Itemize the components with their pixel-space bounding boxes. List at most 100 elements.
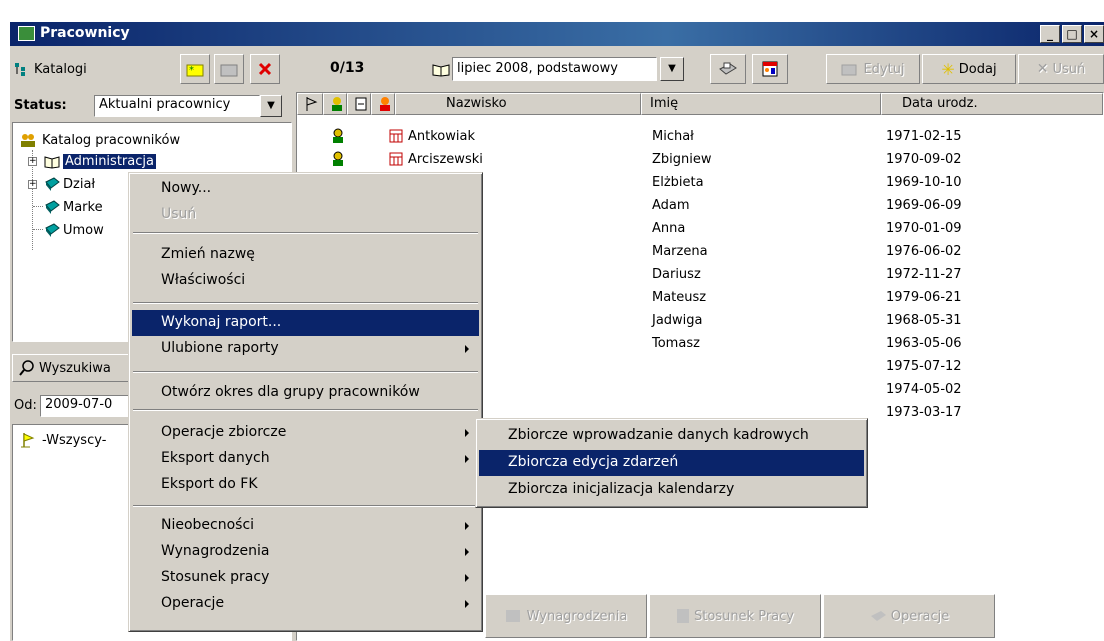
cell-birth: 1963-05-06 [886, 336, 962, 351]
menu-item[interactable]: Wynagrodzenia [132, 539, 479, 565]
book-icon [44, 176, 60, 192]
cell-name: Zbigniew [652, 152, 712, 167]
menu-item[interactable]: Nowy... [132, 176, 479, 202]
edit-button[interactable]: Edytuj [826, 54, 920, 84]
catalogs-icon [14, 61, 30, 77]
cell-birth: 1979-06-21 [886, 290, 962, 305]
add-label: Dodaj [958, 61, 997, 77]
tree-item-label: Umow [63, 222, 104, 238]
status-select[interactable]: Aktualni pracownicy [94, 95, 260, 117]
menu-item[interactable]: Eksport do FK [132, 472, 479, 498]
menu-item[interactable]: Ulubione raporty [132, 336, 479, 362]
cell-name: Jadwiga [652, 313, 703, 328]
add-button[interactable]: ✳ Dodaj [922, 54, 1016, 84]
menu-item[interactable]: Stosunek pracy [132, 565, 479, 591]
status-dropdown-button[interactable]: ▼ [260, 95, 282, 117]
menu-item-label: Zmień nazwę [161, 246, 255, 262]
tree-item-label: Administracja [63, 153, 156, 169]
from-date-input[interactable]: 2009-07-0 [40, 395, 140, 417]
menu-item-label: Stosunek pracy [161, 569, 270, 585]
menu-item-label: Eksport do FK [161, 476, 258, 492]
menu-item-label: Ulubione raporty [161, 340, 279, 356]
menu-item-label: Operacje zbiorcze [161, 424, 287, 440]
new-catalog-button[interactable]: * [180, 54, 210, 84]
question-column-header[interactable] [371, 93, 395, 115]
cell-name: Adam [652, 198, 690, 213]
filter-item-all[interactable]: -Wszyscy- [20, 432, 106, 448]
period-dropdown-button[interactable]: ▼ [660, 57, 684, 81]
name-column-header[interactable]: Imię [641, 93, 881, 115]
menu-item[interactable]: Wykonaj raport... [132, 310, 479, 336]
menu-separator [133, 409, 478, 411]
delete-catalog-button[interactable] [250, 54, 280, 84]
tab-stosunek-pracy[interactable]: Stosunek Pracy [649, 594, 821, 638]
open-book-icon [44, 153, 60, 169]
print-button[interactable] [710, 54, 746, 84]
cell-birth: 1969-10-10 [886, 175, 962, 190]
period-select[interactable]: lipiec 2008, podstawowy [452, 57, 657, 81]
surname-column-header[interactable]: Nazwisko [395, 93, 641, 115]
edit-icon [841, 64, 857, 76]
submenu-item[interactable]: Zbiorcza inicjalizacja kalendarzy [479, 477, 864, 503]
contract-icon [677, 609, 689, 623]
tree-item-umowy[interactable]: Umow [44, 222, 104, 238]
delete-label: Usuń [1052, 61, 1086, 77]
submenu-item[interactable]: Zbiorcza edycja zdarzeń [479, 450, 864, 476]
menu-item[interactable]: Właściwości [132, 268, 479, 294]
close-button[interactable]: × [1084, 25, 1104, 43]
menu-item-label: Wykonaj raport... [161, 314, 282, 330]
menu-item[interactable]: Operacje zbiorcze [132, 420, 479, 446]
from-label: Od: [14, 398, 37, 413]
cell-surname: Arciszewski [408, 152, 483, 167]
menu-item[interactable]: Usuń [132, 202, 479, 228]
submenu-arrow-icon [465, 548, 469, 556]
birthdate-column-header[interactable]: Data urodz. [881, 93, 1103, 115]
cell-birth: 1976-06-02 [886, 244, 962, 259]
tab-wynagrodzenia[interactable]: Wynagrodzenia [485, 594, 647, 638]
maximize-button[interactable]: □ [1062, 25, 1082, 43]
svg-text:*: * [189, 65, 194, 76]
minimize-button[interactable]: _ [1040, 25, 1060, 43]
calendar-button[interactable] [752, 54, 788, 84]
submenu-arrow-icon [465, 600, 469, 608]
menu-item[interactable]: Zmień nazwę [132, 242, 479, 268]
cell-birth: 1970-09-02 [886, 152, 962, 167]
person-column-header[interactable] [323, 93, 347, 115]
cell-birth: 1973-03-17 [886, 405, 962, 420]
expand-icon[interactable]: + [28, 157, 37, 166]
cell-name: Dariusz [652, 267, 701, 282]
folder-icon [220, 64, 238, 77]
delete-button[interactable]: ✕ Usuń [1018, 54, 1104, 84]
title-bar[interactable]: Pracownicy _ □ × [10, 22, 1104, 46]
tab-operacje[interactable]: Operacje [823, 594, 995, 638]
menu-separator [133, 505, 478, 507]
menu-item[interactable]: Nieobecności [132, 513, 479, 539]
star-icon: ✳ [941, 59, 955, 79]
tree-item-marketing[interactable]: Marke [44, 199, 103, 215]
folder-button[interactable] [214, 54, 244, 84]
menu-item[interactable]: Operacje [132, 591, 479, 617]
app-icon [18, 26, 35, 41]
document-column-header[interactable] [347, 93, 371, 115]
submenu-item[interactable]: Zbiorcze wprowadzanie danych kadrowych [479, 423, 864, 449]
expand-icon[interactable]: + [28, 180, 37, 189]
cell-birth: 1974-05-02 [886, 382, 962, 397]
tree-item-label: Marke [63, 199, 103, 215]
tree-item-administracja[interactable]: Administracja [44, 153, 156, 169]
cell-name: Mateusz [652, 290, 707, 305]
tree-root[interactable]: Katalog pracowników [20, 132, 180, 148]
calendar-icon [389, 129, 403, 147]
flag-column-header[interactable] [297, 93, 323, 115]
edit-label: Edytuj [863, 61, 905, 77]
context-menu: Nowy... Usuń Zmień nazwę Właściwości Wykonaj… [128, 172, 483, 632]
filter-item-label: -Wszyscy- [42, 432, 107, 448]
menu-item[interactable]: Otwórz okres dla grupy pracowników [132, 380, 479, 406]
menu-item[interactable]: Eksport danych [132, 446, 479, 472]
cell-birth: 1975-07-12 [886, 359, 962, 374]
tree-connector [33, 229, 43, 230]
red-x-icon [258, 62, 272, 76]
tree-root-label: Katalog pracowników [42, 132, 181, 148]
tree-connector [33, 206, 43, 207]
submenu-arrow-icon [465, 345, 469, 353]
tree-item-dzial[interactable]: Dział [44, 176, 95, 192]
